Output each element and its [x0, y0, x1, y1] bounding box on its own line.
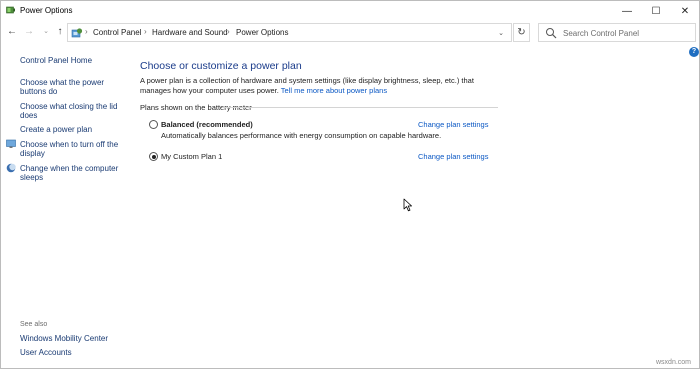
search-box[interactable]: [538, 23, 696, 42]
learn-more-link[interactable]: Tell me more about power plans: [281, 86, 387, 95]
page-description: A power plan is a collection of hardware…: [140, 76, 485, 96]
left-pane: Control Panel Home Choose what the power…: [1, 47, 126, 369]
control-panel-home-link[interactable]: Control Panel Home: [20, 56, 120, 65]
back-button[interactable]: ←: [5, 25, 19, 39]
up-button[interactable]: ↑: [53, 25, 67, 39]
windows-mobility-center-link[interactable]: Windows Mobility Center: [20, 334, 120, 343]
see-also-label: See also: [20, 321, 48, 328]
sleep-settings-icon: [6, 163, 16, 173]
search-icon: [546, 28, 557, 39]
control-panel-icon: [71, 28, 83, 38]
breadcrumb-separator[interactable]: ›: [227, 27, 230, 36]
breadcrumb-separator: ›: [85, 27, 88, 36]
mouse-pointer-icon: [403, 198, 412, 212]
forward-button[interactable]: →: [22, 25, 36, 39]
breadcrumb-hardware-and-sound[interactable]: Hardware and Sound: [152, 28, 228, 37]
address-dropdown-button[interactable]: ⌄: [494, 21, 508, 45]
breadcrumb-separator[interactable]: ›: [144, 27, 147, 36]
power-buttons-link[interactable]: Choose what the power buttons do: [20, 78, 120, 96]
user-accounts-link[interactable]: User Accounts: [20, 348, 120, 357]
page-title: Choose or customize a power plan: [140, 60, 302, 72]
breadcrumb-power-options[interactable]: Power Options: [236, 28, 288, 37]
window-title: Power Options: [20, 6, 73, 15]
computer-sleeps-link[interactable]: Change when the computer sleeps: [20, 164, 120, 182]
search-input[interactable]: [563, 27, 693, 39]
close-button[interactable]: ✕: [671, 1, 699, 21]
refresh-button[interactable]: ↻: [513, 23, 530, 42]
help-icon[interactable]: ?: [689, 47, 699, 57]
plan-balanced-description: Automatically balances performance with …: [161, 131, 442, 140]
address-bar[interactable]: › Control Panel › Hardware and Sound › P…: [67, 23, 512, 42]
plan-balanced-name[interactable]: Balanced (recommended): [161, 120, 253, 129]
group-divider: [222, 107, 498, 108]
recent-locations-button[interactable]: ⌄: [39, 25, 53, 39]
turn-off-display-link[interactable]: Choose when to turn off the display: [20, 140, 120, 158]
watermark-text: wsxdn.com: [656, 359, 692, 366]
plan-custom-radio[interactable]: [149, 152, 158, 161]
display-settings-icon: [6, 139, 16, 148]
closing-lid-link[interactable]: Choose what closing the lid does: [20, 102, 120, 120]
power-options-app-icon: [6, 6, 15, 14]
maximize-button[interactable]: ☐: [642, 1, 670, 21]
plan-balanced-change-settings-link[interactable]: Change plan settings: [418, 120, 488, 129]
breadcrumb-control-panel[interactable]: Control Panel: [93, 28, 141, 37]
plan-custom-change-settings-link[interactable]: Change plan settings: [418, 152, 488, 161]
minimize-button[interactable]: —: [613, 1, 641, 21]
create-power-plan-link[interactable]: Create a power plan: [20, 125, 120, 134]
plan-balanced-radio[interactable]: [149, 120, 158, 129]
plan-custom-name[interactable]: My Custom Plan 1: [161, 152, 222, 161]
title-bar[interactable]: Power Options — ☐ ✕: [1, 1, 699, 21]
power-options-window: Power Options — ☐ ✕ ← → ⌄ ↑ › Control Pa…: [0, 0, 700, 369]
